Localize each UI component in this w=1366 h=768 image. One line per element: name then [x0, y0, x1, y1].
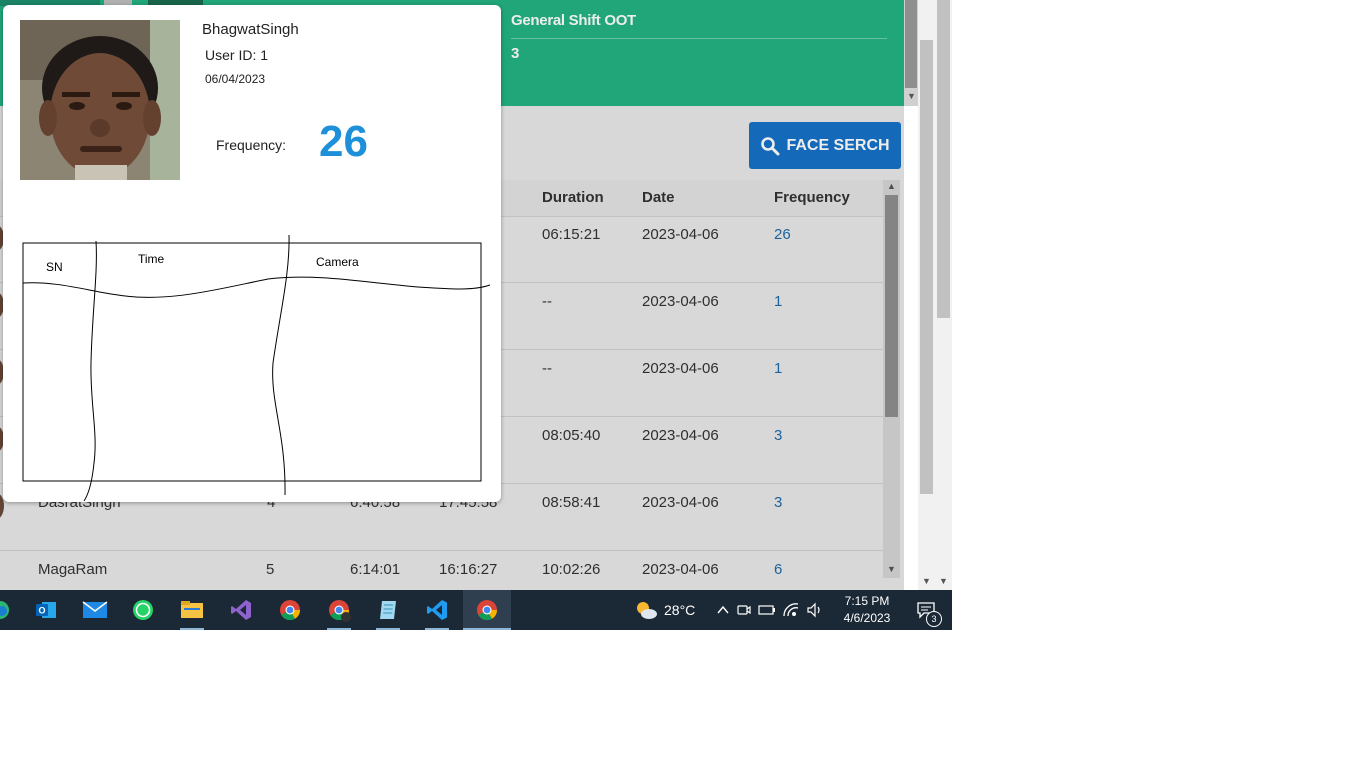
battery-icon[interactable] — [758, 603, 776, 617]
windows-taskbar: O 28°C 7:15 PM 4/6/2023 3 — [0, 590, 952, 630]
clock-date: 4/6/2023 — [843, 611, 891, 625]
chrome-active-icon[interactable] — [463, 590, 511, 630]
wifi-icon[interactable] — [782, 602, 800, 618]
whatsapp-icon[interactable] — [120, 590, 166, 630]
user-name: BhagwatSingh — [202, 21, 299, 38]
banner-scrollbar[interactable]: ▼ — [904, 0, 918, 106]
user-photo — [20, 20, 180, 180]
browser-viewport: General Shift OOT 3 FACE SERCH Duration … — [0, 0, 952, 630]
chrome-profile-icon[interactable] — [316, 590, 362, 630]
sketch-column-sn: SN — [46, 260, 63, 274]
meet-now-icon[interactable] — [736, 602, 752, 618]
running-indicator — [327, 628, 351, 630]
scrollbar-thumb[interactable] — [920, 40, 933, 494]
volume-icon[interactable] — [806, 602, 824, 618]
scrollbar-thumb[interactable] — [905, 0, 917, 88]
partly-cloudy-icon — [637, 602, 657, 619]
scrollbar-thumb[interactable] — [937, 0, 950, 318]
user-detail-popup: BhagwatSingh User ID: 1 06/04/2023 Frequ… — [3, 5, 501, 502]
file-explorer-icon[interactable] — [169, 590, 215, 630]
user-date: 06/04/2023 — [205, 72, 266, 86]
user-id: User ID: 1 — [205, 47, 269, 63]
scroll-down-arrow-icon[interactable]: ▼ — [939, 576, 948, 586]
edge-icon[interactable] — [0, 590, 23, 630]
sketch-lines — [22, 234, 491, 501]
temperature: 28°C — [664, 602, 696, 618]
scroll-down-arrow-icon[interactable]: ▼ — [907, 91, 916, 101]
notification-center-button[interactable]: 3 — [906, 590, 946, 630]
clock-time: 7:15 PM — [844, 594, 890, 608]
notepad-icon[interactable] — [365, 590, 411, 630]
frequency-value: 26 — [319, 117, 368, 166]
mail-icon[interactable] — [72, 590, 118, 630]
chrome-icon[interactable] — [267, 590, 313, 630]
vscode-icon[interactable] — [414, 590, 460, 630]
system-tray — [716, 590, 824, 630]
scroll-down-arrow-icon[interactable]: ▼ — [922, 576, 931, 586]
sketched-table: SN Time Camera — [18, 233, 498, 501]
visual-studio-icon[interactable] — [218, 590, 264, 630]
taskbar-clock[interactable]: 7:15 PM 4/6/2023 — [838, 593, 896, 627]
sketch-column-time: Time — [138, 252, 165, 266]
chevron-up-icon[interactable] — [716, 603, 730, 617]
weather-widget[interactable]: 28°C — [634, 590, 695, 630]
sketch-column-camera: Camera — [316, 255, 359, 269]
page-scrollbar[interactable]: ▼ ▼ — [918, 0, 952, 590]
running-indicator — [425, 628, 449, 630]
running-indicator — [376, 628, 400, 630]
svg-text:O: O — [38, 606, 45, 616]
notification-count-badge: 3 — [926, 611, 942, 627]
running-indicator — [463, 628, 511, 630]
frequency-label: Frequency: — [216, 137, 287, 153]
outlook-icon[interactable]: O — [23, 590, 69, 630]
running-indicator — [180, 628, 204, 630]
